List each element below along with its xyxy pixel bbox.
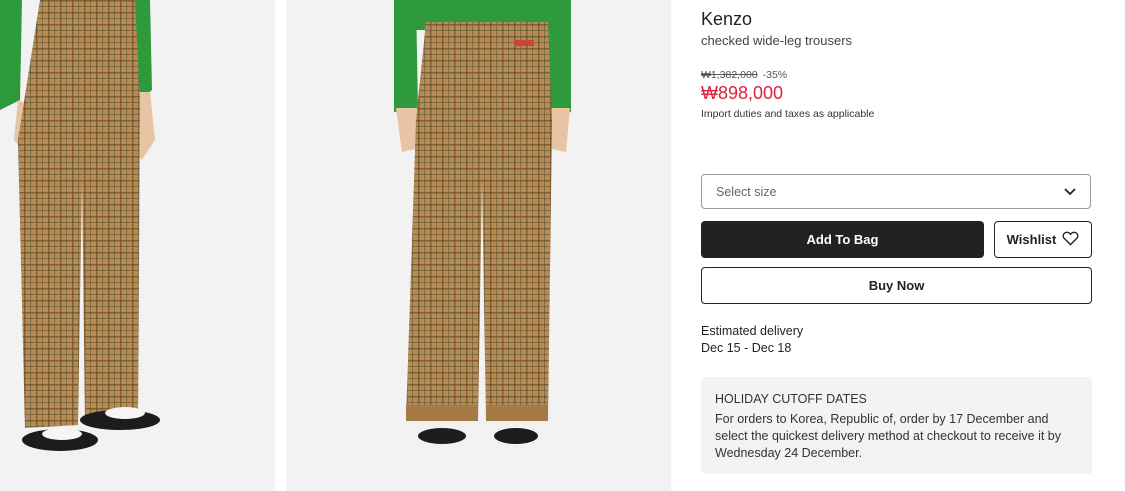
discount-badge: -35% — [762, 69, 788, 81]
trousers-back-image — [286, 0, 671, 491]
size-select-placeholder: Select size — [716, 184, 777, 199]
trousers-front-image — [0, 0, 275, 491]
original-price: ₩1,382,000 — [701, 69, 758, 81]
product-name: checked wide-leg trousers — [701, 33, 853, 48]
sale-price: ₩898,000 — [701, 83, 784, 103]
price-row: ₩1,382,000 -35% — [701, 69, 787, 81]
product-image-back[interactable] — [286, 0, 671, 491]
delivery-label: Estimated delivery — [701, 324, 804, 338]
holiday-cutoff-notice: HOLIDAY CUTOFF DATES For orders to Korea… — [701, 377, 1092, 474]
holiday-notice-body: For orders to Korea, Republic of, order … — [715, 412, 1062, 460]
wishlist-label: Wishlist — [1006, 232, 1057, 247]
holiday-notice-title: HOLIDAY CUTOFF DATES — [715, 392, 867, 406]
brand-name[interactable]: Kenzo — [701, 9, 752, 30]
delivery-dates: Dec 15 - Dec 18 — [701, 341, 792, 355]
size-select[interactable]: Select size — [701, 174, 1091, 209]
wishlist-button[interactable]: Wishlist — [994, 221, 1092, 258]
buy-now-label: Buy Now — [868, 278, 925, 293]
add-to-bag-label: Add To Bag — [806, 232, 879, 247]
duties-note: Import duties and taxes as applicable — [701, 108, 875, 120]
add-to-bag-button[interactable]: Add To Bag — [701, 221, 984, 258]
buy-now-button[interactable]: Buy Now — [701, 267, 1092, 304]
heart-icon — [1062, 231, 1079, 249]
product-image-front[interactable] — [0, 0, 275, 491]
chevron-down-icon — [1064, 183, 1076, 201]
